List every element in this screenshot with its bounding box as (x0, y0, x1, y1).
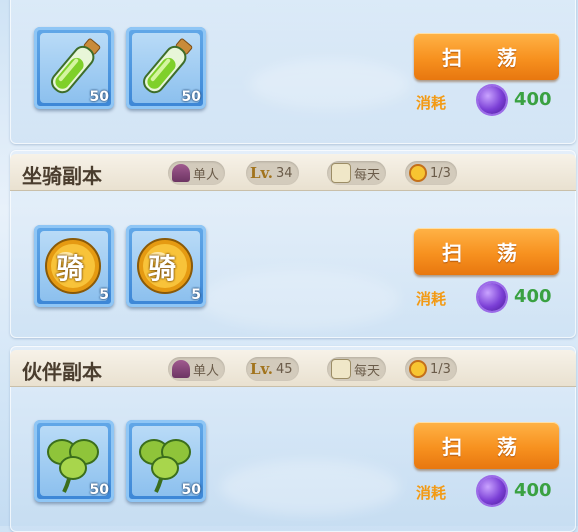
frequency-tag: 每天 (327, 357, 387, 381)
cost-value: 400 (514, 480, 552, 501)
coin-glyph: 骑 (148, 252, 177, 285)
level-tag: Lv. 34 (246, 161, 299, 185)
level-tag: Lv. 45 (246, 357, 299, 381)
cost-label: 消耗 (416, 484, 447, 502)
item-count: 50 (89, 89, 109, 105)
purple-gem-icon (478, 477, 506, 505)
attempts-tag: 1/3 (405, 161, 457, 185)
dungeon-title: 坐骑副本 (22, 164, 102, 188)
calendar-icon (331, 163, 351, 183)
sweep-button[interactable]: 扫 荡 (414, 228, 559, 275)
attempts-text: 1/3 (430, 361, 451, 377)
sweep-button[interactable]: 扫 荡 (414, 422, 559, 469)
players-text: 单人 (193, 167, 220, 183)
clock-icon (409, 360, 427, 378)
people-icon (172, 164, 190, 182)
cost-value: 400 (514, 89, 552, 110)
item-count: 5 (99, 287, 109, 303)
calendar-icon (331, 359, 351, 379)
people-icon (172, 360, 190, 378)
clock-icon (409, 164, 427, 182)
attempts-text: 1/3 (430, 165, 451, 181)
level-prefix: Lv. (250, 164, 273, 182)
sweep-button[interactable]: 扫 荡 (414, 33, 559, 80)
reward-slot[interactable]: 50 (34, 420, 114, 502)
item-count: 50 (181, 89, 201, 105)
frequency-text: 每天 (354, 167, 381, 183)
reward-slot[interactable]: 50 (126, 27, 206, 109)
level-value: 34 (275, 165, 293, 181)
players-tag: 单人 (168, 357, 226, 381)
level-prefix: Lv. (250, 360, 273, 378)
reward-slot[interactable]: 骑 5 (34, 225, 114, 307)
reward-slot[interactable]: 50 (126, 420, 206, 502)
item-count: 50 (181, 482, 201, 498)
item-count: 50 (89, 482, 109, 498)
purple-gem-icon (478, 283, 506, 311)
dungeon-title: 伙伴副本 (22, 360, 102, 384)
cost-label: 消耗 (416, 290, 447, 308)
attempts-tag: 1/3 (405, 357, 457, 381)
frequency-text: 每天 (354, 363, 381, 379)
reward-slot[interactable]: 骑 5 (126, 225, 206, 307)
purple-gem-icon (478, 86, 506, 114)
item-count: 5 (191, 287, 201, 303)
level-value: 45 (275, 361, 293, 377)
players-tag: 单人 (168, 161, 226, 185)
coin-glyph: 骑 (56, 252, 85, 285)
players-text: 单人 (193, 363, 220, 379)
frequency-tag: 每天 (327, 161, 387, 185)
reward-slot[interactable]: 50 (34, 27, 114, 109)
cost-label: 消耗 (416, 94, 447, 112)
cost-value: 400 (514, 286, 552, 307)
